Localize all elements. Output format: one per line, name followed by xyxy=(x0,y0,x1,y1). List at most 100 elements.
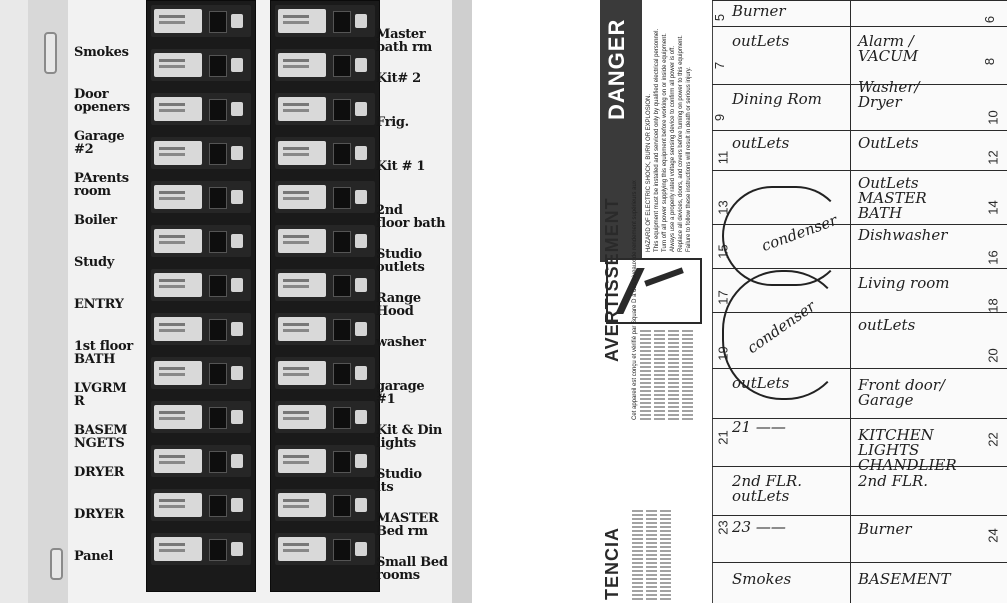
handwritten-circuit-label-left: ENTRY xyxy=(74,297,124,312)
advertencia-title: TENCIA xyxy=(602,527,622,600)
directory-entry-odd: outLets xyxy=(732,134,790,152)
handwritten-circuit-label-left: Smokes xyxy=(74,45,129,60)
breaker-column-left xyxy=(146,0,256,592)
circuit-breaker[interactable] xyxy=(275,181,375,213)
directory-row-rule xyxy=(712,515,1007,516)
breaker-toggle-handle[interactable] xyxy=(333,275,351,297)
directory-entry-even: Dishwasher xyxy=(858,226,948,244)
circuit-breaker[interactable] xyxy=(275,225,375,257)
handwritten-circuit-label-right: Frig. xyxy=(376,115,409,130)
avertissement-title: AVERTISSEMENT xyxy=(602,197,622,362)
circuit-breaker[interactable] xyxy=(151,5,251,37)
breaker-trip-indicator xyxy=(231,454,243,468)
breaker-rating-label xyxy=(278,185,326,209)
breaker-toggle-handle[interactable] xyxy=(209,99,227,121)
circuit-number-even: 10 xyxy=(985,110,1001,125)
circuit-breaker[interactable] xyxy=(151,181,251,213)
breaker-trip-indicator xyxy=(355,542,367,556)
breaker-trip-indicator xyxy=(231,14,243,28)
handwritten-circuit-label-right: washer xyxy=(376,335,426,350)
directory-entry-odd: outLets xyxy=(732,32,790,50)
circuit-directory-photo: DANGER HAZARD OF ELECTRIC SHOCK, BURN OR… xyxy=(592,0,1007,603)
circuit-number-odd: 5 xyxy=(712,13,728,22)
breaker-toggle-handle[interactable] xyxy=(333,319,351,341)
circuit-breaker[interactable] xyxy=(151,313,251,345)
breaker-rating-label xyxy=(278,229,326,253)
circuit-breaker[interactable] xyxy=(275,5,375,37)
circuit-breaker[interactable] xyxy=(275,401,375,433)
circuit-breaker[interactable] xyxy=(275,445,375,477)
breaker-toggle-handle[interactable] xyxy=(333,99,351,121)
directory-row-rule xyxy=(712,0,1007,1)
circuit-breaker[interactable] xyxy=(151,225,251,257)
breaker-toggle-handle[interactable] xyxy=(209,407,227,429)
avertissement-fine-print-2 xyxy=(654,330,665,420)
breaker-toggle-handle[interactable] xyxy=(209,55,227,77)
circuit-number-odd: 7 xyxy=(712,61,728,70)
circuit-breaker[interactable] xyxy=(275,357,375,389)
circuit-breaker[interactable] xyxy=(151,269,251,301)
breaker-trip-indicator xyxy=(231,102,243,116)
circuit-breaker[interactable] xyxy=(275,313,375,345)
breaker-toggle-handle[interactable] xyxy=(333,143,351,165)
circuit-breaker[interactable] xyxy=(151,445,251,477)
breaker-rating-label xyxy=(154,9,202,33)
breaker-toggle-handle[interactable] xyxy=(209,187,227,209)
breaker-toggle-handle[interactable] xyxy=(209,143,227,165)
breaker-rating-label xyxy=(278,317,326,341)
circuit-number-odd: 23 xyxy=(715,520,731,535)
breaker-toggle-handle[interactable] xyxy=(333,55,351,77)
breaker-rating-label xyxy=(278,537,326,561)
directory-row-rule xyxy=(712,170,1007,171)
directory-entry-even: BASEMENT xyxy=(858,570,951,588)
breaker-trip-indicator xyxy=(355,234,367,248)
circuit-breaker[interactable] xyxy=(275,489,375,521)
breaker-toggle-handle[interactable] xyxy=(209,275,227,297)
handwritten-circuit-label-left: Boiler xyxy=(74,213,117,228)
directory-row-rule xyxy=(712,562,1007,563)
breaker-toggle-handle[interactable] xyxy=(333,363,351,385)
breaker-trip-indicator xyxy=(231,542,243,556)
breaker-rating-label xyxy=(278,53,326,77)
handwritten-circuit-label-left: Door openers xyxy=(74,87,130,115)
directory-entry-even: Front door/ Garage xyxy=(858,376,945,409)
circuit-breaker[interactable] xyxy=(275,49,375,81)
breaker-rating-label xyxy=(278,449,326,473)
circuit-breaker[interactable] xyxy=(151,137,251,169)
breaker-toggle-handle[interactable] xyxy=(333,187,351,209)
circuit-breaker[interactable] xyxy=(151,533,251,565)
breaker-toggle-handle[interactable] xyxy=(209,495,227,517)
breaker-toggle-handle[interactable] xyxy=(333,539,351,561)
circuit-number-even: 6 xyxy=(982,15,998,24)
breaker-toggle-handle[interactable] xyxy=(209,363,227,385)
breaker-rating-label xyxy=(154,97,202,121)
door-hinge-bottom xyxy=(50,548,63,580)
breaker-toggle-handle[interactable] xyxy=(333,11,351,33)
circuit-breaker[interactable] xyxy=(275,533,375,565)
breaker-toggle-handle[interactable] xyxy=(333,451,351,473)
breaker-toggle-handle[interactable] xyxy=(209,319,227,341)
circuit-breaker[interactable] xyxy=(275,93,375,125)
breaker-toggle-handle[interactable] xyxy=(209,231,227,253)
avertissement-fine-print-4 xyxy=(682,330,693,420)
handwritten-circuit-label-left: BASEM NGETS xyxy=(74,423,128,451)
circuit-breaker[interactable] xyxy=(275,269,375,301)
breaker-trip-indicator xyxy=(355,322,367,336)
circuit-breaker[interactable] xyxy=(151,489,251,521)
breaker-toggle-handle[interactable] xyxy=(209,539,227,561)
circuit-breaker[interactable] xyxy=(151,93,251,125)
breaker-rating-label xyxy=(278,97,326,121)
circuit-breaker[interactable] xyxy=(151,49,251,81)
breaker-rating-label xyxy=(278,273,326,297)
breaker-toggle-handle[interactable] xyxy=(333,495,351,517)
breaker-toggle-handle[interactable] xyxy=(209,11,227,33)
circuit-breaker[interactable] xyxy=(151,357,251,389)
circuit-breaker[interactable] xyxy=(275,137,375,169)
circuit-breaker[interactable] xyxy=(151,401,251,433)
avertissement-text: Cet appareil est conçu et vérifié par Sq… xyxy=(632,180,638,420)
breaker-toggle-handle[interactable] xyxy=(333,407,351,429)
directory-entry-even: OutLets MASTER BATH xyxy=(858,174,927,222)
breaker-toggle-handle[interactable] xyxy=(333,231,351,253)
breaker-toggle-handle[interactable] xyxy=(209,451,227,473)
danger-line-5: Replace all devices, doors, and covers b… xyxy=(678,35,684,252)
